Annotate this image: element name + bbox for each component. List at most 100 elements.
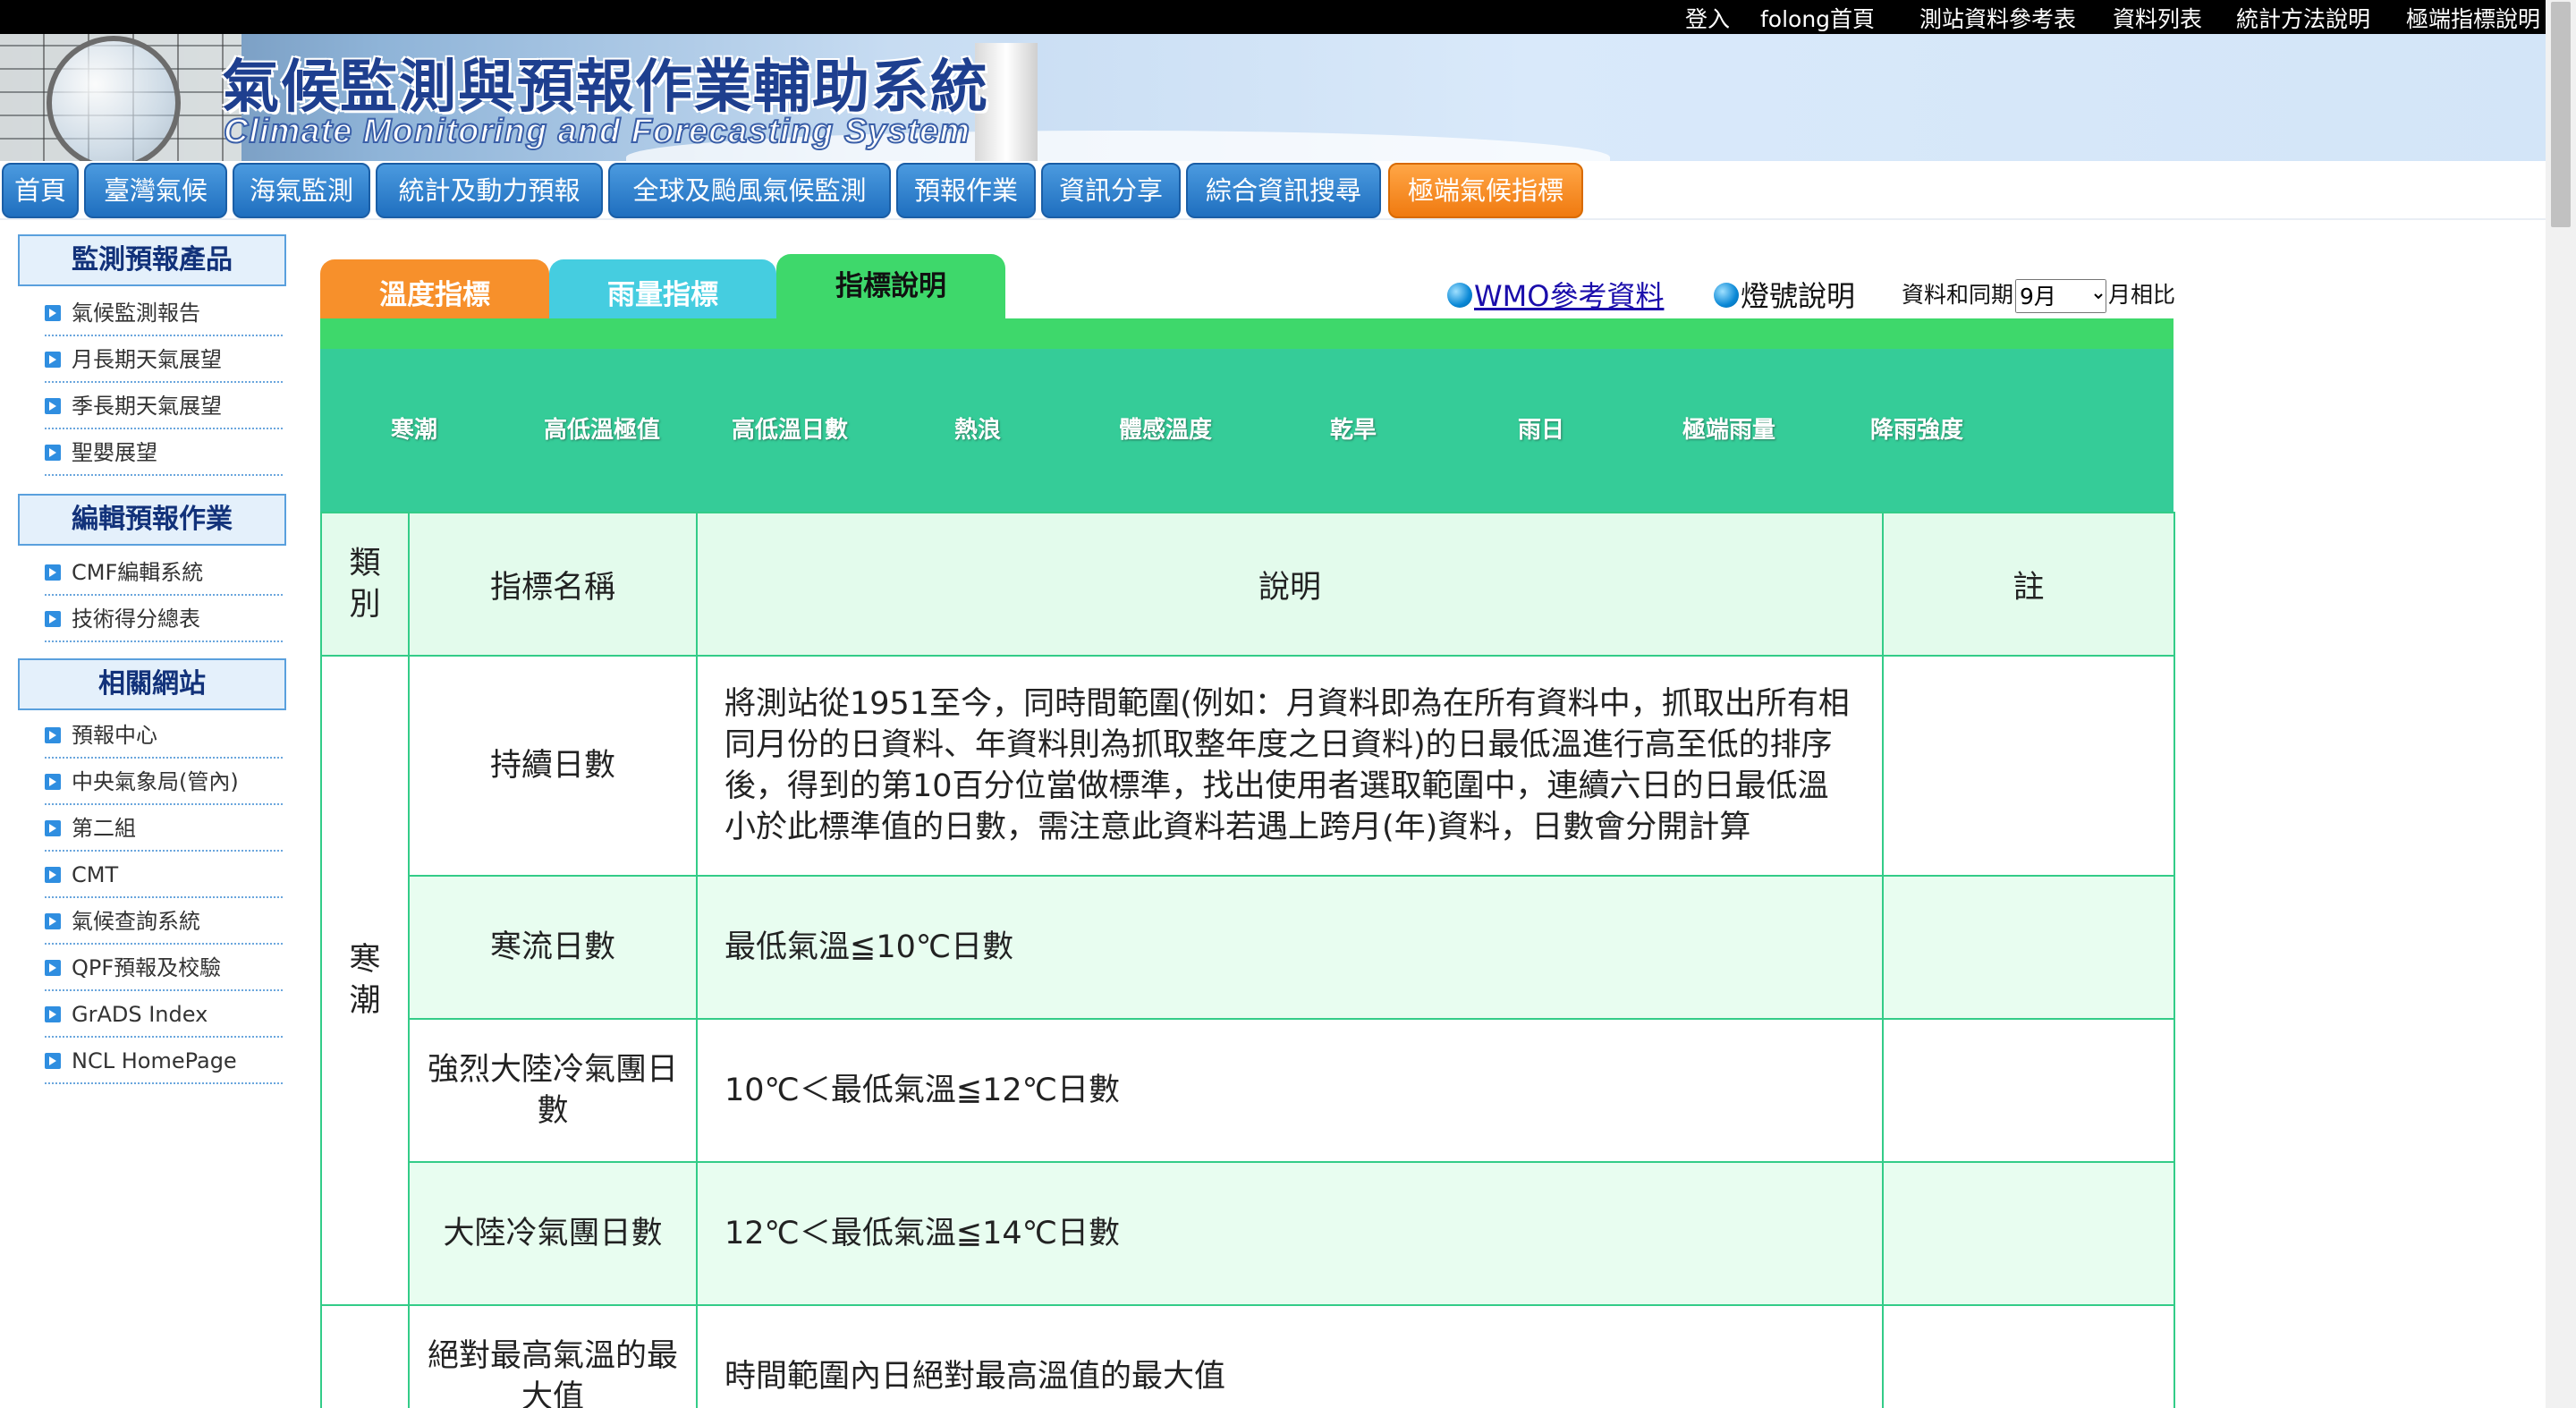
lamp-legend-label: 燈號說明: [1741, 279, 1856, 313]
folong-home-link[interactable]: folong首頁: [1760, 2, 1875, 34]
main-nav: 首頁 臺灣氣候 海氣監測 統計及動力預報 全球及颱風氣候監測 預報作業 資訊分享…: [0, 163, 2546, 218]
index-link-drought[interactable]: 乾旱: [1259, 411, 1447, 445]
sidebar-item-label: 第二組: [72, 816, 136, 841]
statistics-method-link[interactable]: 統計方法說明: [2236, 2, 2370, 34]
arrow-icon: [45, 1053, 61, 1069]
header-note: 註: [1882, 512, 2175, 657]
sidebar-item-qpf[interactable]: QPF預報及校驗: [45, 946, 283, 991]
index-note: [1882, 875, 2175, 1020]
sidebar-item-label: QPF預報及校驗: [72, 955, 222, 980]
sidebar-item-seasonal-outlook[interactable]: 季長期天氣展望: [45, 385, 283, 429]
index-link-apparent-temp[interactable]: 體感溫度: [1072, 411, 1259, 445]
sidebar-item-monthly-outlook[interactable]: 月長期天氣展望: [45, 338, 283, 383]
nav-ocean-monitoring[interactable]: 海氣監測: [233, 163, 370, 218]
sidebar-item-grads-index[interactable]: GrADS Index: [45, 993, 283, 1038]
index-description: 12℃＜最低氣溫≦14℃日數: [696, 1161, 1884, 1306]
table-header-row: 類別 指標名稱 說明 註: [320, 512, 2175, 657]
index-link-rain-intensity[interactable]: 降雨強度: [1823, 411, 2011, 445]
sidebar-item-label: NCL HomePage: [72, 1048, 237, 1073]
index-note: [1882, 1018, 2175, 1163]
index-link-extreme-rain[interactable]: 極端雨量: [1635, 411, 1823, 445]
sidebar-item-label: 季長期天氣展望: [72, 394, 222, 419]
arrow-icon: [45, 820, 61, 836]
header-description: 說明: [696, 512, 1884, 657]
sidebar-item-skill-score[interactable]: 技術得分總表: [45, 598, 283, 642]
tab-rain-index[interactable]: 雨量指標: [549, 259, 776, 318]
sidebar-item-label: CMT: [72, 862, 119, 887]
station-reference-link[interactable]: 測站資料參考表: [1919, 2, 2076, 34]
blue-dot-icon: [1447, 283, 1472, 308]
arrow-icon: [45, 774, 61, 790]
index-description: 將測站從1951至今，同時間範圍(例如：月資料即為在所有資料中，抓取出所有相同月…: [696, 655, 1884, 877]
tab-index-description[interactable]: 指標說明: [776, 254, 1005, 318]
index-band: 寒潮 高低溫極值 高低溫日數 熱浪 體感溫度 乾旱 雨日 極端雨量 降雨強度: [320, 349, 2174, 512]
index-note: [1882, 655, 2175, 877]
nav-info-share[interactable]: 資訊分享: [1041, 163, 1181, 218]
sidebar-item-forecast-center[interactable]: 預報中心: [45, 714, 283, 759]
top-link-bar: 登入 folong首頁 測站資料參考表 資料列表 統計方法說明 極端指標說明: [0, 0, 2546, 34]
sidebar-item-label: 氣候監測報告: [72, 301, 200, 326]
sidebar-item-label: 技術得分總表: [72, 606, 200, 632]
site-title: 氣候監測與預報作業輔助系統: [222, 54, 989, 121]
sidebar-item-label: CMF編輯系統: [72, 560, 204, 585]
month-select[interactable]: 9月: [2015, 279, 2107, 313]
header-category: 類別: [320, 512, 410, 657]
nav-home[interactable]: 首頁: [2, 163, 79, 218]
category-cell: [320, 1304, 410, 1408]
sidebar-item-label: GrADS Index: [72, 1002, 208, 1027]
sidebar-heading-products: 監測預報產品: [18, 234, 286, 286]
table-row: 寒流日數 最低氣溫≦10℃日數: [321, 875, 2175, 1020]
sidebar-item-monitoring-report[interactable]: 氣候監測報告: [45, 292, 283, 336]
category-cell: 寒潮: [320, 655, 410, 1306]
blue-dot-icon: [1714, 283, 1739, 308]
sidebar-heading-related: 相關網站: [18, 658, 286, 710]
sidebar-item-enso-outlook[interactable]: 聖嬰展望: [45, 431, 283, 476]
nav-global-typhoon[interactable]: 全球及颱風氣候監測: [608, 163, 891, 218]
index-name: 強烈大陸冷氣團日數: [408, 1018, 698, 1163]
index-note: [1882, 1161, 2175, 1306]
data-list-link[interactable]: 資料列表: [2113, 2, 2202, 34]
band-top-strip: [320, 318, 2174, 349]
header-category-label: 類別: [349, 545, 381, 623]
sidebar-item-climate-query[interactable]: 氣候查詢系統: [45, 900, 283, 945]
arrow-icon: [45, 960, 61, 976]
index-link-temp-days[interactable]: 高低溫日數: [696, 411, 884, 445]
scrollbar-thumb[interactable]: [2551, 2, 2571, 227]
page-scrollbar[interactable]: [2546, 0, 2576, 1408]
index-name: 大陸冷氣團日數: [408, 1161, 698, 1306]
nav-forecast-ops[interactable]: 預報作業: [896, 163, 1036, 218]
index-note: [1882, 1304, 2175, 1408]
wmo-reference-link[interactable]: WMO參考資料: [1474, 279, 1664, 313]
index-link-heat-wave[interactable]: 熱浪: [884, 411, 1072, 445]
extreme-index-doc-link[interactable]: 極端指標說明: [2406, 2, 2540, 34]
nav-statistical-forecast[interactable]: 統計及動力預報: [376, 163, 603, 218]
sidebar-item-label: 氣候查詢系統: [72, 909, 200, 934]
arrow-icon: [45, 867, 61, 883]
login-link[interactable]: 登入: [1685, 2, 1730, 34]
index-link-rain-days[interactable]: 雨日: [1447, 411, 1635, 445]
sidebar-item-label: 月長期天氣展望: [72, 347, 222, 372]
index-link-cold-surge[interactable]: 寒潮: [320, 411, 508, 445]
sidebar-item-cwb-internal[interactable]: 中央氣象局(管內): [45, 760, 283, 805]
period-suffix: 月相比: [2108, 282, 2176, 308]
sidebar-item-cmf-editor[interactable]: CMF編輯系統: [45, 551, 283, 596]
nav-extreme-index[interactable]: 極端氣候指標: [1388, 163, 1583, 218]
index-name: 持續日數: [408, 655, 698, 877]
nav-search[interactable]: 綜合資訊搜尋: [1186, 163, 1381, 218]
sidebar-item-cmt[interactable]: CMT: [45, 853, 283, 898]
arrow-icon: [45, 727, 61, 743]
index-link-temp-extremes[interactable]: 高低溫極值: [508, 411, 696, 445]
lamp-legend[interactable]: 燈號說明: [1714, 274, 1855, 315]
table-row: 寒潮 持續日數 將測站從1951至今，同時間範圍(例如：月資料即為在所有資料中，…: [320, 655, 2175, 1306]
period-compare: 資料和同期 9月 月相比: [1902, 277, 2175, 313]
table-row: 強烈大陸冷氣團日數 10℃＜最低氣溫≦12℃日數: [321, 1018, 2175, 1163]
header-name: 指標名稱: [408, 512, 698, 657]
tab-temperature-index[interactable]: 溫度指標: [320, 259, 549, 318]
nav-taiwan-climate[interactable]: 臺灣氣候: [84, 163, 227, 218]
nav-divider: [0, 218, 2546, 220]
arrow-icon: [45, 913, 61, 929]
sidebar-item-ncl-homepage[interactable]: NCL HomePage: [45, 1039, 283, 1084]
arrow-icon: [45, 305, 61, 321]
index-name: 絕對最高氣溫的最大值: [408, 1304, 698, 1408]
sidebar-item-second-division[interactable]: 第二組: [45, 807, 283, 852]
